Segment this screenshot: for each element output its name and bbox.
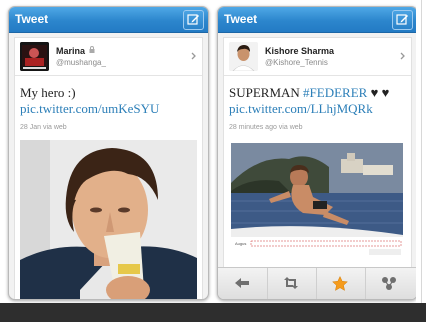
compose-icon	[187, 14, 199, 25]
header-bar: Tweet	[9, 7, 208, 33]
svg-text:Augus: Augus	[235, 241, 246, 246]
header-bar: Tweet	[218, 7, 417, 33]
compose-icon	[396, 14, 408, 25]
avatar[interactable]	[229, 42, 258, 71]
tweet-panel-right: Tweet Kishore Sharma @Kishore_Tennis SUP…	[217, 6, 418, 300]
tweet-text: My hero :) pic.twitter.com/umKeSYU	[20, 85, 160, 116]
reply-icon	[235, 278, 249, 288]
divider	[416, 0, 426, 303]
tweet-meta: 28 Jan via web	[20, 124, 67, 131]
retweet-button[interactable]	[267, 268, 317, 299]
favorite-button[interactable]	[316, 268, 366, 299]
hashtag-link[interactable]: #FEDERER	[303, 85, 367, 100]
user-handle: @mushanga_	[56, 58, 106, 67]
user-name: Marina	[56, 46, 86, 56]
more-button[interactable]	[365, 268, 414, 299]
retweet-icon	[284, 277, 298, 289]
action-bar	[218, 267, 417, 299]
tweet-panel-left: Tweet Marina @mushanga_ My hero:) pic.t…	[8, 6, 209, 300]
more-icon	[382, 277, 396, 290]
user-handle: @Kishore_Tennis	[265, 58, 328, 67]
chevron-right-icon[interactable]	[400, 52, 405, 60]
reply-button[interactable]	[218, 268, 268, 299]
compose-button[interactable]	[392, 10, 413, 30]
tweet-photo[interactable]: Augus	[229, 141, 405, 261]
tweet-link[interactable]: pic.twitter.com/umKeSYU	[20, 101, 159, 116]
chevron-right-icon[interactable]	[191, 52, 196, 60]
tweet-photo[interactable]	[20, 140, 197, 299]
bottom-bar	[0, 303, 426, 322]
tweet-card: Marina @mushanga_ My hero :) pic.twitter…	[14, 37, 203, 299]
compose-button[interactable]	[183, 10, 204, 30]
avatar[interactable]	[20, 42, 49, 71]
tweet-card: Kishore Sharma @Kishore_Tennis SUPERMAN …	[223, 37, 412, 267]
user-row[interactable]: Marina @mushanga_	[15, 38, 202, 76]
user-row[interactable]: Kishore Sharma @Kishore_Tennis	[224, 38, 411, 76]
tweet-meta: 28 minutes ago via web	[229, 124, 303, 131]
header-title: Tweet	[224, 12, 258, 26]
header-title: Tweet	[15, 12, 49, 26]
tweet-link[interactable]: pic.twitter.com/LLhjMQRk	[229, 101, 373, 116]
star-icon	[332, 276, 348, 291]
lock-icon	[89, 46, 95, 53]
user-name: Kishore Sharma	[265, 46, 335, 56]
tweet-text: SUPERMAN #FEDERER ♥ ♥ pic.twitter.com/LL…	[229, 85, 390, 116]
